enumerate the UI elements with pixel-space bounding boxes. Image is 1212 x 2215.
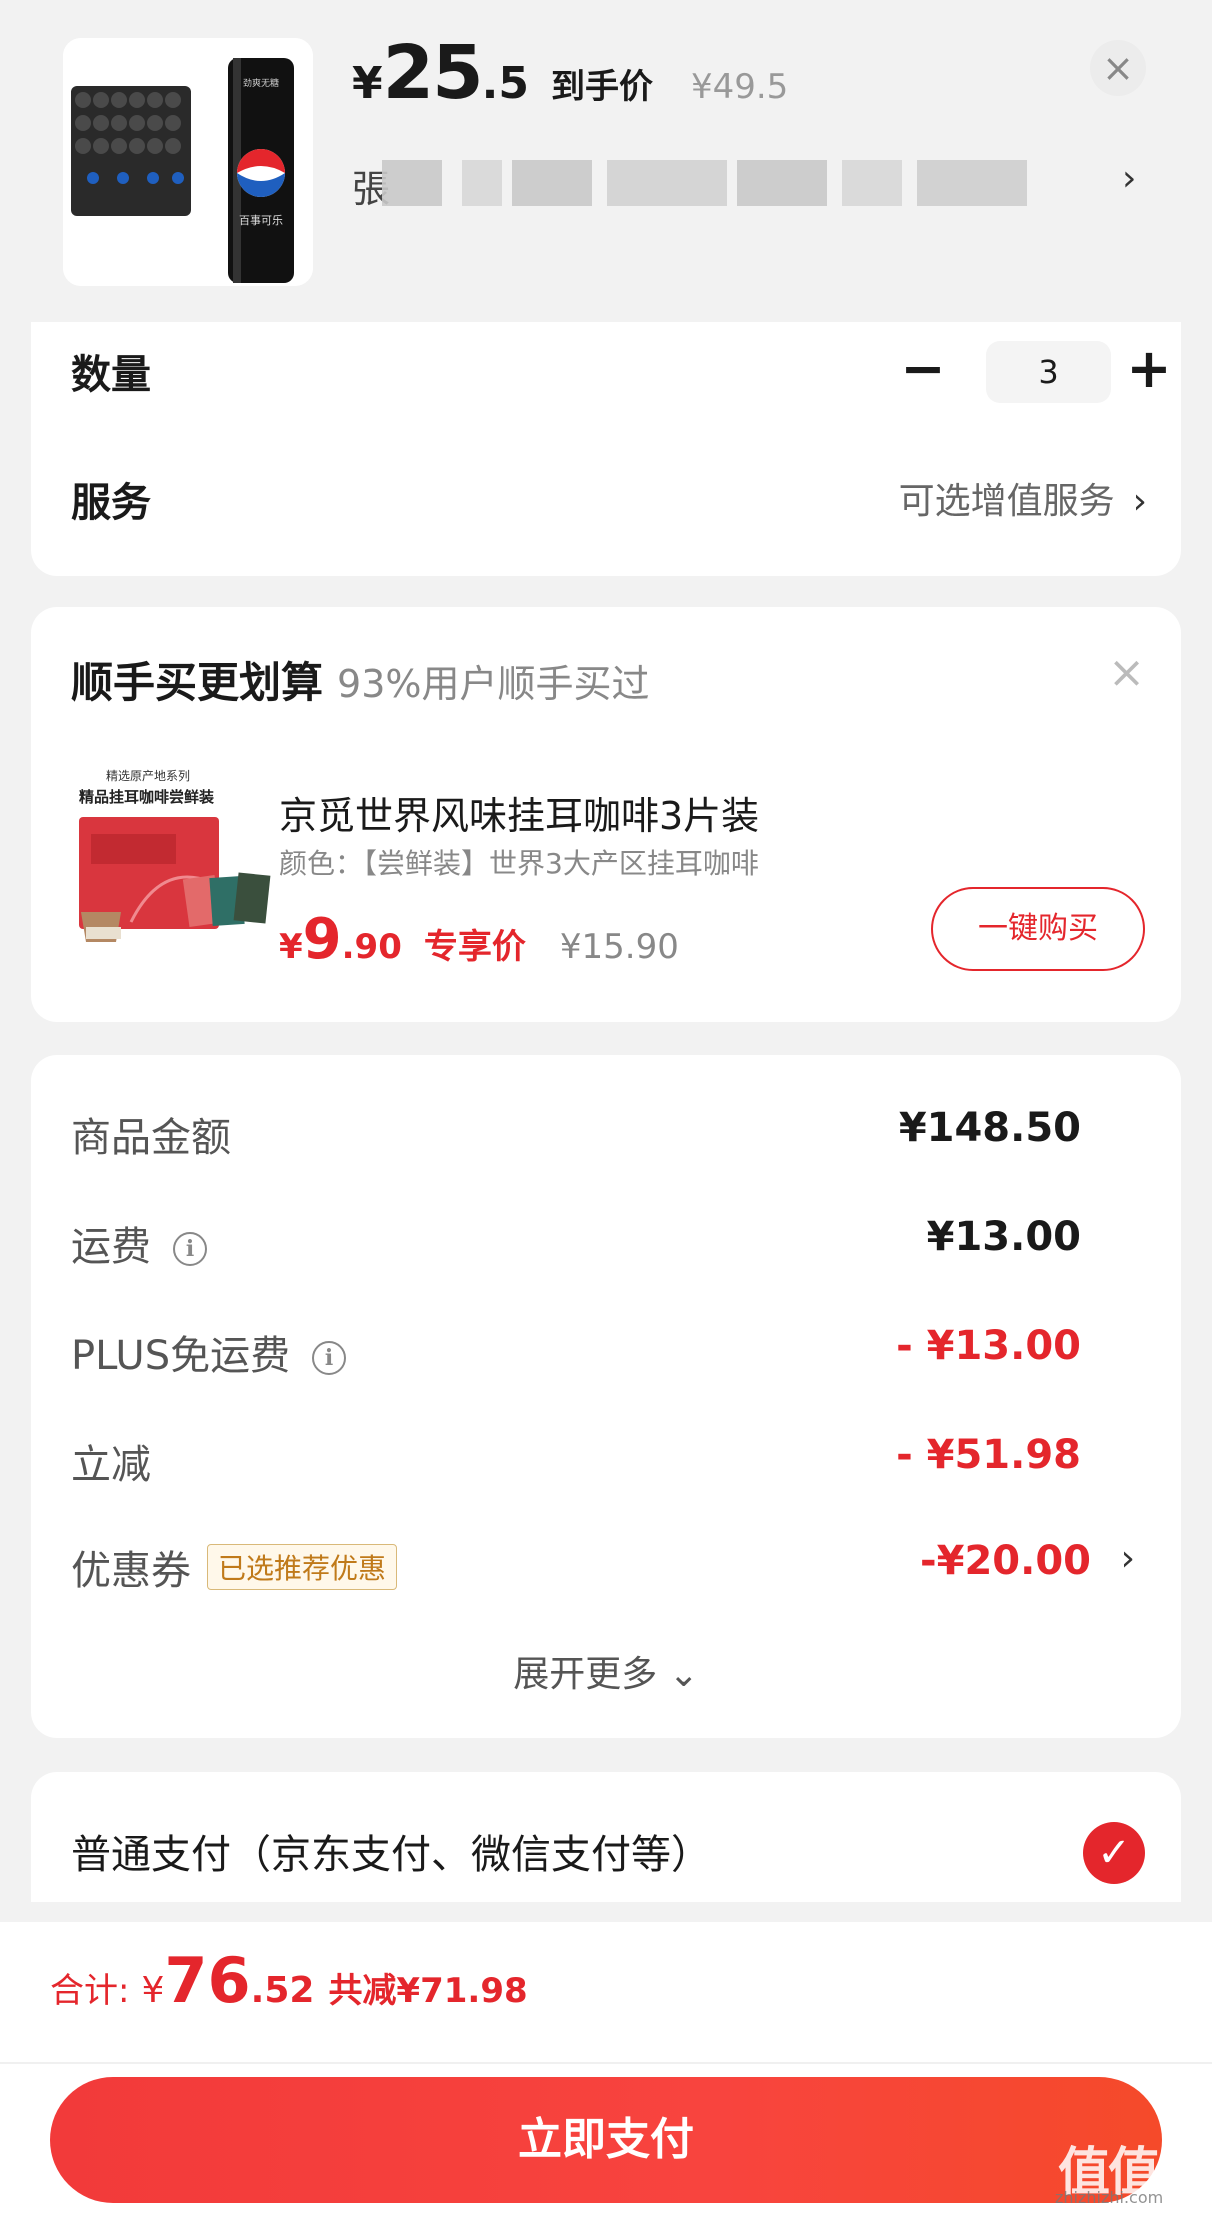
price-decimal: .5 — [481, 58, 529, 109]
upsell-subtitle: 93%用户顺手买过 — [337, 662, 650, 706]
price-integer: 25 — [382, 30, 484, 116]
fee-value: - ¥51.98 — [896, 1432, 1081, 1478]
service-link-text: 可选增值服务 — [898, 481, 1115, 522]
coffee-box-image: 精选原产地系列 精品挂耳咖啡尝鲜装 — [79, 769, 271, 942]
fee-value: - ¥13.00 — [896, 1323, 1081, 1369]
close-icon[interactable]: × — [1090, 40, 1146, 96]
blurred-text — [917, 160, 1027, 206]
checkout-bar: 合计: ¥ 76 .52 共减¥71.98 立即支付 — [0, 1922, 1212, 2215]
spec-selector[interactable]: 張 › — [352, 150, 1172, 216]
chevron-right-icon: › — [1122, 158, 1137, 199]
total-savings: 共减¥71.98 — [328, 1971, 528, 2011]
price-tag: 到手价 — [550, 67, 653, 107]
blurred-text — [512, 160, 592, 206]
one-click-buy-button[interactable]: 一键购买 — [931, 887, 1145, 971]
payment-method-label: 普通支付（京东支付、微信支付等） — [71, 1832, 711, 1878]
blurred-text — [737, 160, 827, 206]
upsell-product-spec: 颜色：【尝鲜装】世界3大产区挂耳咖啡 — [279, 847, 759, 880]
total-integer: 76 — [164, 1944, 251, 2017]
divider — [0, 2062, 1212, 2064]
upsell-title-text: 顺手买更划算 — [71, 658, 324, 707]
chevron-right-icon: › — [1132, 481, 1147, 522]
value-added-service-link[interactable]: 可选增值服务 › — [899, 472, 1147, 524]
pepsi-cans-image: 劲爽无糖 百事可乐 — [63, 38, 313, 286]
fee-label-text: PLUS免运费 — [71, 1333, 291, 1379]
quantity-plus-button[interactable]: + — [1121, 342, 1177, 400]
upsell-original-price: ¥15.90 — [559, 927, 679, 967]
checkmark-icon[interactable]: ✓ — [1083, 1822, 1145, 1884]
payment-method-card[interactable]: 普通支付（京东支付、微信支付等） ✓ — [31, 1772, 1181, 1902]
quantity-label: 数量 — [71, 352, 151, 398]
upsell-title: 顺手买更划算 93%用户顺手买过 — [71, 649, 649, 710]
fee-value: ¥148.50 — [898, 1105, 1081, 1151]
fee-label: 商品金额 — [71, 1115, 231, 1161]
info-icon[interactable]: i — [312, 1341, 347, 1375]
upsell-price: ¥ 9 .90 专享价 ¥15.90 — [279, 907, 679, 972]
price-currency: ¥ — [352, 58, 383, 109]
fee-label: 优惠券 已选推荐优惠 — [71, 1538, 398, 1596]
coupon-badge: 已选推荐优惠 — [207, 1544, 398, 1590]
coffee-product-image[interactable]: 精选原产地系列 精品挂耳咖啡尝鲜装 — [71, 762, 281, 962]
fee-row-subtotal: 商品金额 ¥148.50 — [71, 1095, 1141, 1165]
blurred-text — [382, 160, 442, 206]
watermark-url: zhizhizhi.com — [1055, 2188, 1164, 2207]
upsell-price-currency: ¥ — [279, 927, 303, 967]
total-label: 合计: — [50, 1971, 130, 2011]
service-label: 服务 — [71, 480, 151, 526]
quantity-input[interactable]: 3 — [986, 341, 1111, 403]
upsell-card: 顺手买更划算 93%用户顺手买过 × 精选原产地系列 精品挂耳咖啡尝鲜装 京觅世界… — [31, 607, 1181, 1022]
fee-label-text: 优惠券 — [71, 1548, 191, 1594]
original-price: ¥49.5 — [690, 67, 789, 107]
total-currency: ¥ — [141, 1970, 165, 2011]
upsell-price-integer: 9 — [302, 907, 342, 972]
product-header: 劲爽无糖 百事可乐 ¥ 25 .5 到手价 ¥49.5 × 張 › — [0, 0, 1212, 322]
close-icon[interactable]: × — [1108, 647, 1145, 698]
can-brand-name: 百事可乐 — [239, 214, 283, 227]
fee-breakdown-card: 商品金额 ¥148.50 运费 i ¥13.00 PLUS免运费 i - ¥13.0… — [31, 1055, 1181, 1738]
blurred-text — [842, 160, 902, 206]
fee-row-shipping: 运费 i ¥13.00 — [71, 1204, 1141, 1274]
fee-value: -¥20.00 — [920, 1538, 1091, 1584]
image-text-line2: 精品挂耳咖啡尝鲜装 — [79, 788, 215, 806]
fee-row-discount: 立减 - ¥51.98 — [71, 1422, 1141, 1492]
pay-now-button[interactable]: 立即支付 — [50, 2077, 1162, 2203]
expand-more-button[interactable]: 展开更多 ⌄ — [31, 1645, 1181, 1697]
product-thumbnail: 劲爽无糖 百事可乐 — [63, 38, 313, 286]
quantity-minus-button[interactable]: − — [895, 342, 951, 400]
product-price: ¥ 25 .5 到手价 ¥49.5 — [352, 30, 789, 116]
order-total: 合计: ¥ 76 .52 共减¥71.98 — [50, 1944, 528, 2017]
image-text-line1: 精选原产地系列 — [106, 769, 190, 783]
upsell-price-decimal: .90 — [341, 927, 402, 967]
upsell-price-tag: 专享价 — [423, 927, 526, 967]
total-decimal: .52 — [250, 1970, 315, 2011]
fee-label-text: 运费 — [71, 1224, 151, 1270]
chevron-right-icon: › — [1120, 1538, 1135, 1579]
fee-label: 运费 i — [71, 1214, 207, 1272]
fee-label: PLUS免运费 i — [71, 1323, 347, 1381]
info-icon[interactable]: i — [173, 1232, 207, 1266]
upsell-product-name[interactable]: 京觅世界风味挂耳咖啡3片装 — [279, 785, 759, 840]
fee-row-coupon[interactable]: 优惠券 已选推荐优惠 -¥20.00 › — [71, 1528, 1141, 1598]
fee-value: ¥13.00 — [926, 1214, 1081, 1260]
blurred-text — [462, 160, 502, 206]
fee-row-plus-shipping: PLUS免运费 i - ¥13.00 — [71, 1313, 1141, 1383]
options-card: 数量 − 3 + 服务 可选增值服务 › — [31, 322, 1181, 576]
fee-label: 立减 — [71, 1442, 151, 1488]
blurred-text — [607, 160, 727, 206]
can-brand-text: 劲爽无糖 — [243, 77, 279, 89]
